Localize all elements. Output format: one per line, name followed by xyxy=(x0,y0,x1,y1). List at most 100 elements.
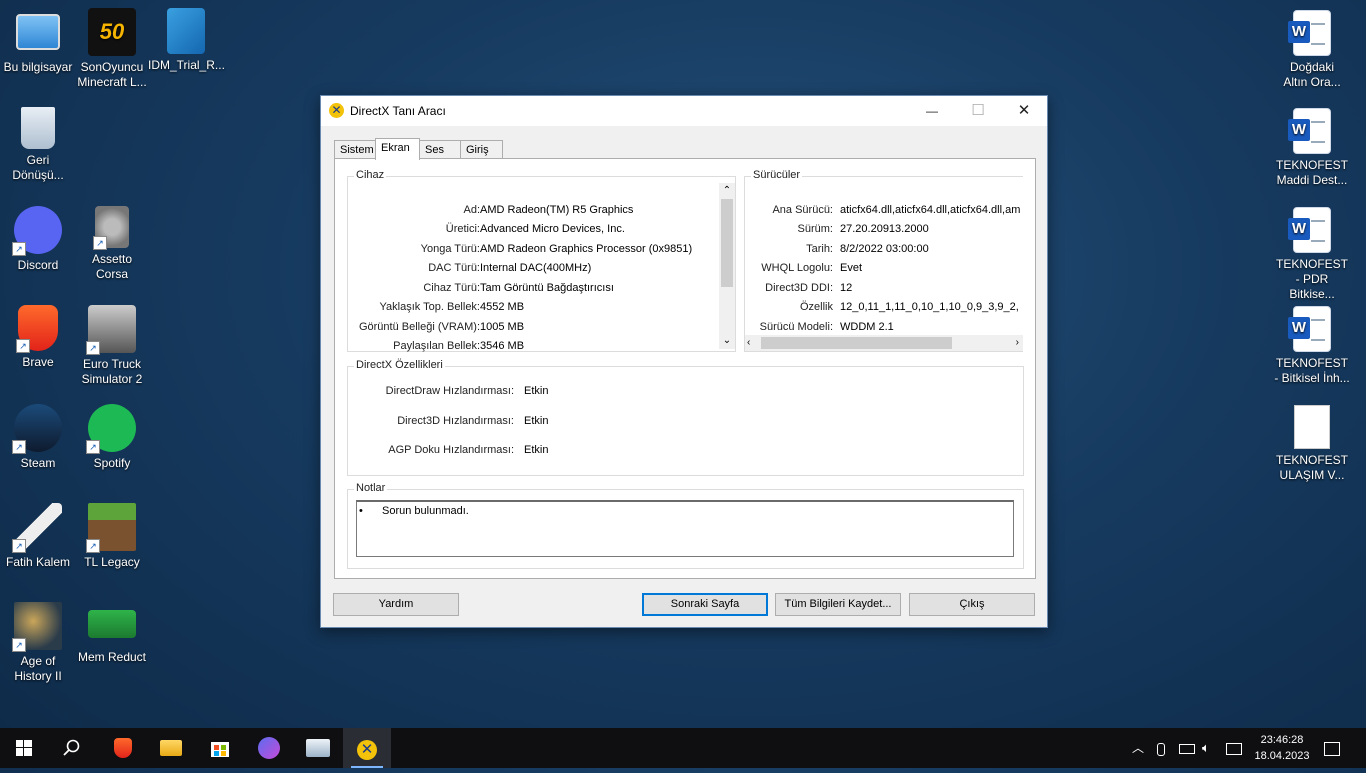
desktop-icon-doc-3[interactable]: TEKNOFEST - PDR Bitkise... xyxy=(1274,207,1350,302)
directx-window: ✕ DirectX Tanı Aracı — ☐ ✕ Sistem Ekran … xyxy=(320,95,1048,628)
device-value-dac: Internal DAC(400MHz) xyxy=(480,262,592,274)
brave-icon: ↗ xyxy=(16,305,58,353)
tab-sistem[interactable]: Sistem xyxy=(334,140,377,159)
file-explorer-icon[interactable] xyxy=(147,728,195,768)
directx-icon: ✕ xyxy=(329,103,344,118)
desktop-icon-label: TEKNOFEST - Bitkisel İnh... xyxy=(1274,356,1350,385)
desktop-icon-label: TL Legacy xyxy=(84,555,140,569)
tab-panel-ekran: Cihaz Ad: AMD Radeon(TM) R5 Graphics Üre… xyxy=(334,158,1036,579)
desktop-icon-doc-4[interactable]: TEKNOFEST - Bitkisel İnh... xyxy=(1274,306,1350,386)
scroll-left-icon[interactable]: ‹ xyxy=(747,335,750,351)
device-vertical-scrollbar[interactable]: ⌃ ⌄ xyxy=(719,183,735,349)
desktop-icon-tl-legacy[interactable]: ↗ TL Legacy xyxy=(74,503,150,570)
desktop-icon-doc-1[interactable]: Doğdaki Altın Ora... xyxy=(1274,10,1350,90)
desktop-icon-doc-5[interactable]: TEKNOFEST ULAŞIM V... xyxy=(1274,405,1350,483)
driver-value-main: aticfx64.dll,aticfx64.dll,aticfx64.dll,a… xyxy=(840,204,1021,216)
device-label-manufacturer: Üretici: xyxy=(445,223,480,235)
driver-label-version: Sürüm: xyxy=(797,223,833,235)
driver-label-main: Ana Sürücü: xyxy=(772,204,833,216)
desktop-icon-label: TEKNOFEST Maddi Dest... xyxy=(1275,158,1348,187)
desktop-icon-age-of-history[interactable]: ↗ Age of History II xyxy=(0,602,76,684)
desktop-icon-assetto[interactable]: ↗ Assetto Corsa xyxy=(74,206,150,282)
shortcut-arrow-icon: ↗ xyxy=(12,440,26,454)
driver-label-model: Sürücü Modeli: xyxy=(759,321,833,333)
shortcut-arrow-icon: ↗ xyxy=(93,236,107,250)
desktop-icon-mem-reduct[interactable]: Mem Reduct xyxy=(74,602,150,665)
desktop-icon-discord[interactable]: ↗ Discord xyxy=(0,206,76,273)
shortcut-arrow-icon: ↗ xyxy=(16,339,30,353)
desktop-icon-brave[interactable]: ↗ Brave xyxy=(0,305,76,370)
minimize-button[interactable]: — xyxy=(909,96,955,126)
desktop-icon-sonoyuncu[interactable]: 50 SonOyuncu Minecraft L... xyxy=(74,8,150,90)
device-value-chip: AMD Radeon Graphics Processor (0x9851) xyxy=(480,243,693,255)
tab-giris[interactable]: Giriş xyxy=(460,140,503,159)
save-all-button[interactable]: Tüm Bilgileri Kaydet... xyxy=(775,593,901,616)
desktop-icon-euro-truck[interactable]: ↗ Euro Truck Simulator 2 xyxy=(74,305,150,387)
microphone-icon[interactable] xyxy=(1157,728,1165,768)
speaker-icon[interactable]: 🔈︎ xyxy=(1202,728,1210,768)
desktop-icon-label: TEKNOFEST - PDR Bitkise... xyxy=(1275,257,1348,301)
memory-icon xyxy=(88,610,136,638)
driver-label-feature: Özellik xyxy=(799,301,833,313)
tab-ses[interactable]: Ses xyxy=(419,140,462,159)
shortcut-arrow-icon: ↗ xyxy=(12,242,26,256)
title-bar[interactable]: ✕ DirectX Tanı Aracı — ☐ ✕ xyxy=(321,96,1047,126)
chevron-up-icon[interactable]: ︿ xyxy=(1132,728,1144,768)
steam-icon: ↗ xyxy=(12,404,62,454)
tab-ekran[interactable]: Ekran xyxy=(375,138,420,160)
help-button[interactable]: Yardım xyxy=(333,593,459,616)
device-label-dac: DAC Türü: xyxy=(428,262,480,274)
spotify-icon: ↗ xyxy=(86,404,136,454)
device-group: Cihaz Ad: AMD Radeon(TM) R5 Graphics Üre… xyxy=(347,169,736,352)
device-label-shared-memory: Paylaşılan Bellek: xyxy=(393,340,480,352)
drivers-content: Ana Sürücü: aticfx64.dll,aticfx64.dll,at… xyxy=(745,177,1023,334)
display-app-icon[interactable] xyxy=(294,728,342,768)
assetto-icon: ↗ xyxy=(93,206,129,250)
brave-icon[interactable] xyxy=(99,728,147,768)
desktop-icon-label: IDM_Trial_R... xyxy=(148,58,225,72)
device-value-manufacturer: Advanced Micro Devices, Inc. xyxy=(480,223,625,235)
drivers-horizontal-scrollbar[interactable]: ‹ › xyxy=(745,335,1023,351)
desktop-icon-recycle-bin[interactable]: Geri Dönüşü... xyxy=(0,107,76,183)
driver-value-version: 27.20.20913.2000 xyxy=(840,223,929,235)
desktop-icon-this-pc[interactable]: Bu bilgisayar xyxy=(0,10,76,75)
desktop-icon-label: Mem Reduct xyxy=(77,650,147,664)
notes-textbox[interactable]: • Sorun bulunmadı. xyxy=(356,500,1014,557)
desktop-icon-label: SonOyuncu Minecraft L... xyxy=(77,60,147,89)
scroll-right-icon[interactable]: › xyxy=(1016,335,1019,351)
battery-icon[interactable] xyxy=(1179,728,1195,768)
desktop-icon-fatih-kalem[interactable]: ↗ Fatih Kalem xyxy=(0,503,76,570)
notes-group: Notlar • Sorun bulunmadı. xyxy=(347,482,1024,569)
search-icon[interactable] xyxy=(48,728,96,768)
feature-value-agp: Etkin xyxy=(524,444,549,456)
desktop-icon-doc-2[interactable]: TEKNOFEST Maddi Dest... xyxy=(1274,108,1350,188)
store-icon[interactable] xyxy=(196,728,244,768)
feature-label-agp: AGP Doku Hızlandırması: xyxy=(388,444,514,456)
maximize-button[interactable]: ☐ xyxy=(955,96,1001,126)
desktop-icon-steam[interactable]: ↗ Steam xyxy=(0,404,76,471)
close-button[interactable]: ✕ xyxy=(1001,96,1047,126)
device-label-total-memory: Yaklaşık Top. Bellek: xyxy=(379,301,480,313)
desktop-icon-label: Fatih Kalem xyxy=(5,555,71,569)
desktop-icon-idm[interactable]: IDM_Trial_R... xyxy=(148,8,225,73)
start-icon[interactable] xyxy=(0,728,48,768)
scroll-thumb[interactable] xyxy=(721,199,733,287)
desktop-icon-label: Doğdaki Altın Ora... xyxy=(1283,60,1341,89)
taskbar-clock[interactable]: 23:46:28 18.04.2023 xyxy=(1248,732,1316,764)
game-app-icon[interactable] xyxy=(245,728,293,768)
next-page-button[interactable]: Sonraki Sayfa xyxy=(642,593,768,616)
network-icon[interactable] xyxy=(1226,728,1242,768)
directx-icon[interactable]: ✕ xyxy=(343,728,391,768)
driver-label-whql: WHQL Logolu: xyxy=(761,262,833,274)
scroll-down-icon[interactable]: ⌄ xyxy=(719,333,735,349)
scroll-thumb[interactable] xyxy=(761,337,952,349)
device-value-name: AMD Radeon(TM) R5 Graphics xyxy=(480,204,634,216)
taskbar: ✕ ︿ 🔈︎ 23:46:28 18.04.2023 xyxy=(0,728,1366,768)
device-value-total-memory: 4552 MB xyxy=(480,301,525,313)
window-title: DirectX Tanı Aracı xyxy=(350,104,446,118)
shortcut-arrow-icon: ↗ xyxy=(12,539,26,553)
desktop-icon-spotify[interactable]: ↗ Spotify xyxy=(74,404,150,471)
exit-button[interactable]: Çıkış xyxy=(909,593,1035,616)
scroll-up-icon[interactable]: ⌃ xyxy=(719,183,735,199)
notification-icon[interactable] xyxy=(1324,728,1340,768)
